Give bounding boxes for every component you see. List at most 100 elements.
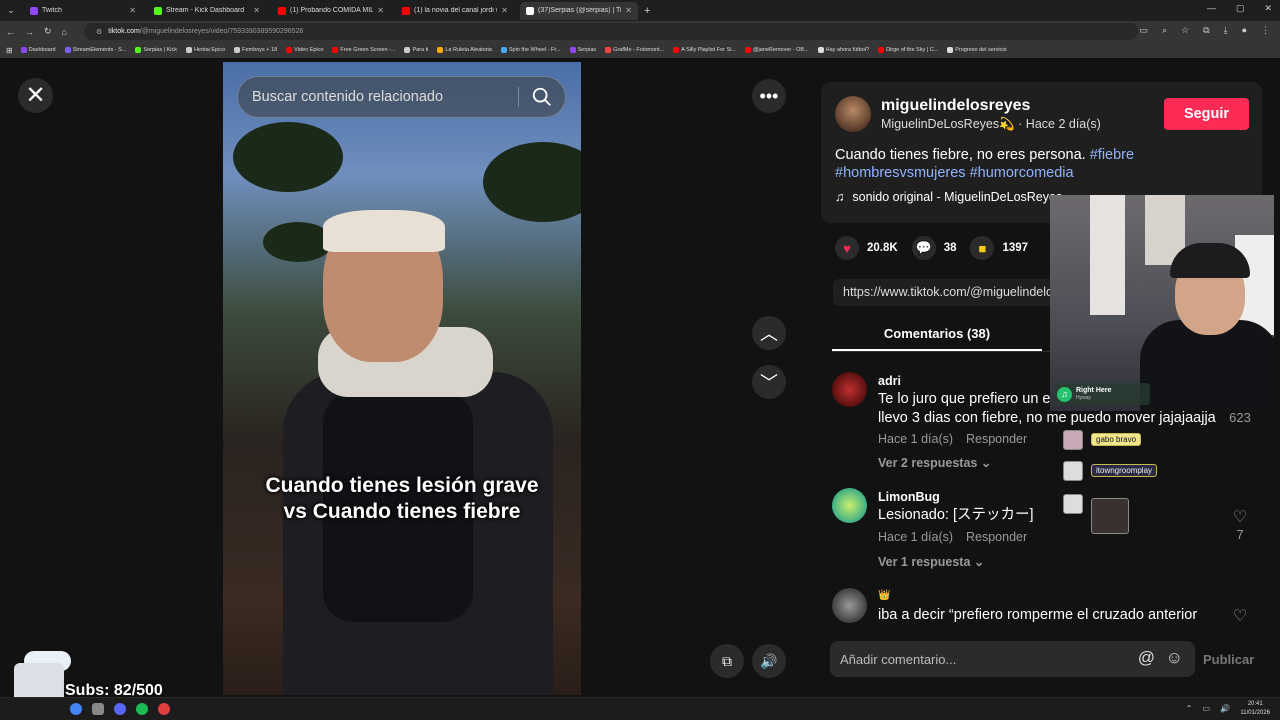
maximize-icon[interactable]: ▢ <box>1236 3 1245 14</box>
comment-like-button[interactable]: ♡ 7 <box>1225 507 1255 542</box>
emoji-icon[interactable]: ☺ <box>1166 648 1183 668</box>
tab-close-icon[interactable]: ✕ <box>625 6 632 15</box>
bookmark-item[interactable]: Video Epico <box>286 47 323 53</box>
zoom-icon[interactable]: ⌕ <box>1162 25 1167 36</box>
bookmark-item[interactable]: GrafMe - Fotomont... <box>605 47 664 53</box>
back-icon[interactable]: ← <box>6 27 15 37</box>
commenter-name[interactable]: adri <box>878 374 901 388</box>
mention-icon[interactable]: @ <box>1138 648 1155 668</box>
close-window-icon[interactable]: ✕ <box>1264 3 1272 14</box>
discord-icon[interactable] <box>114 703 126 715</box>
tab-search-icon[interactable]: ⌄ <box>4 4 18 18</box>
download-icon[interactable]: ⤓ <box>1224 25 1228 36</box>
browser-tab[interactable]: Twitch ✕ <box>24 2 142 20</box>
video-player[interactable] <box>223 62 581 695</box>
tab-close-icon[interactable]: ✕ <box>253 6 260 15</box>
bookmark-item[interactable]: Dashboard <box>20 47 56 53</box>
volume-icon[interactable]: 🔊 <box>1220 704 1230 713</box>
site-info-icon[interactable]: ⚙ <box>96 28 102 36</box>
url-field[interactable]: ⚙ tiktok.com/@miguelindelosreyes/video/7… <box>84 23 1138 40</box>
bookmark-item[interactable]: Serpias <box>569 47 596 53</box>
save-count: 1397 <box>1002 242 1029 254</box>
bookmark-item[interactable]: Serpias | Kick <box>135 47 177 53</box>
bookmark-item[interactable]: Dirge of the Sky | C... <box>878 47 938 53</box>
network-icon[interactable]: ▭ <box>1202 704 1210 713</box>
minimize-icon[interactable]: — <box>1207 3 1216 14</box>
chrome-icon[interactable] <box>70 703 82 715</box>
browser-tab[interactable]: (1) Probando COMIDA MILITAR✕ <box>272 2 390 20</box>
menu-dots-icon[interactable]: ⋮ <box>1261 25 1270 36</box>
bookmark-item[interactable]: Hay ahora fútbol? <box>817 47 869 53</box>
system-clock[interactable]: 20:41 11/01/2026 <box>1240 700 1270 718</box>
bookmark-favicon <box>744 47 751 53</box>
tab-close-icon[interactable]: ✕ <box>501 6 508 15</box>
creator-username[interactable]: miguelindelosreyes <box>881 97 1030 115</box>
bookmark-item[interactable]: Progreso del servicio <box>947 47 1007 53</box>
commenter-avatar[interactable] <box>832 588 867 623</box>
palm-tree <box>233 122 343 192</box>
tab-close-icon[interactable]: ✕ <box>377 6 384 15</box>
commenter-avatar[interactable] <box>832 372 867 407</box>
save-button[interactable]: ■ 1397 <box>970 236 1028 260</box>
obs-icon[interactable] <box>158 703 170 715</box>
forward-icon[interactable]: → <box>25 27 34 37</box>
like-button[interactable]: ♥ 20.8K <box>835 236 898 260</box>
browser-tab[interactable]: (1) la novia del canal jordi wild ✕ <box>396 2 514 20</box>
apps-grid-icon[interactable]: ⊞ <box>6 46 13 55</box>
bookmark-item[interactable]: Para ti <box>404 47 428 53</box>
bookmark-item[interactable]: @janeRemover - OB... <box>744 47 809 53</box>
comment-button[interactable]: 💬 38 <box>911 236 956 260</box>
new-tab-button[interactable]: + <box>644 5 650 17</box>
bookmark-item[interactable]: A Silly Playlist For Si... <box>673 47 736 53</box>
window-controls: — ▢ ✕ <box>1207 3 1272 14</box>
publish-button[interactable]: Publicar <box>1203 652 1254 667</box>
heart-outline-icon: ♡ <box>1232 608 1248 625</box>
tab-comments[interactable]: Comentarios (38) <box>832 320 1042 351</box>
tray-chevron-icon[interactable]: ⌃ <box>1186 704 1193 713</box>
view-replies-button[interactable]: Ver 2 respuestas ⌄ <box>878 455 991 470</box>
engagement-bar: ♥ 20.8K 💬 38 ■ 1397 <box>835 236 1042 260</box>
tab-close-icon[interactable]: ✕ <box>129 6 136 15</box>
bookmark-item[interactable]: Free Green Screen -... <box>332 47 395 53</box>
creator-avatar[interactable] <box>835 96 871 132</box>
comment-input[interactable]: Añadir comentario... @ ☺ <box>830 641 1195 677</box>
reply-button[interactable]: Responder <box>966 432 1027 446</box>
view-replies-button[interactable]: Ver 1 respuesta ⌄ <box>878 554 984 569</box>
reply-button[interactable]: Responder <box>966 530 1027 544</box>
profile-avatar[interactable]: ● <box>1242 25 1247 36</box>
comment-icon: 💬 <box>911 236 936 260</box>
browser-tab[interactable]: Stream - Kick Dashboard ✕ <box>148 2 266 20</box>
reload-icon[interactable]: ↻ <box>44 26 52 37</box>
next-video-button[interactable]: ﹀ <box>752 365 786 399</box>
commenter-name[interactable]: LimonBug <box>878 490 940 504</box>
comment-like-button[interactable]: ♡ <box>1225 606 1255 626</box>
bookmark-item[interactable]: StreamElements - S... <box>64 47 126 53</box>
close-video-button[interactable]: ✕ <box>18 78 53 113</box>
more-options-button[interactable]: ••• <box>752 79 786 113</box>
floating-player-button[interactable]: ⧉ <box>710 644 744 678</box>
commenter-name[interactable]: 👑 <box>878 590 890 601</box>
commenter-avatar[interactable] <box>832 488 867 523</box>
bookmark-star-icon[interactable]: ☆ <box>1181 25 1189 36</box>
app-icon[interactable] <box>92 703 104 715</box>
sound-link[interactable]: ♫ sonido original - MiguelinDeLosReyes <box>835 190 1062 204</box>
cast-icon[interactable]: ▭ <box>1140 25 1149 36</box>
hashtag-link[interactable]: #fiebre <box>1090 147 1134 163</box>
chatter-name: itowngroomplay <box>1091 464 1158 477</box>
follow-button[interactable]: Seguir <box>1164 98 1249 130</box>
browser-tab[interactable]: (37)Serpias (@serpias) | Tik ✕ <box>520 1 638 20</box>
bookmark-item[interactable]: La Ruleta Aleatoria <box>437 47 492 53</box>
hashtag-link[interactable]: #hombresvsmujeres <box>835 165 966 181</box>
home-icon[interactable]: ⌂ <box>62 27 67 37</box>
related-search-input[interactable]: Buscar contenido relacionado <box>237 76 566 118</box>
search-icon[interactable] <box>531 86 553 108</box>
hashtag-link[interactable]: #humorcomedia <box>970 165 1074 181</box>
spotify-icon[interactable] <box>136 703 148 715</box>
bookmark-item[interactable]: Spin the Wheel - Fr... <box>500 47 561 53</box>
extensions-icon[interactable]: ⧉ <box>1203 25 1209 36</box>
comment-like-count[interactable]: 623 <box>1225 410 1255 425</box>
volume-button[interactable]: 🔊 <box>752 644 786 678</box>
bookmark-item[interactable]: Femboys + 18 <box>234 47 277 53</box>
bookmark-item[interactable]: Hentai Epico <box>185 47 225 53</box>
previous-video-button[interactable]: ︿ <box>752 316 786 350</box>
